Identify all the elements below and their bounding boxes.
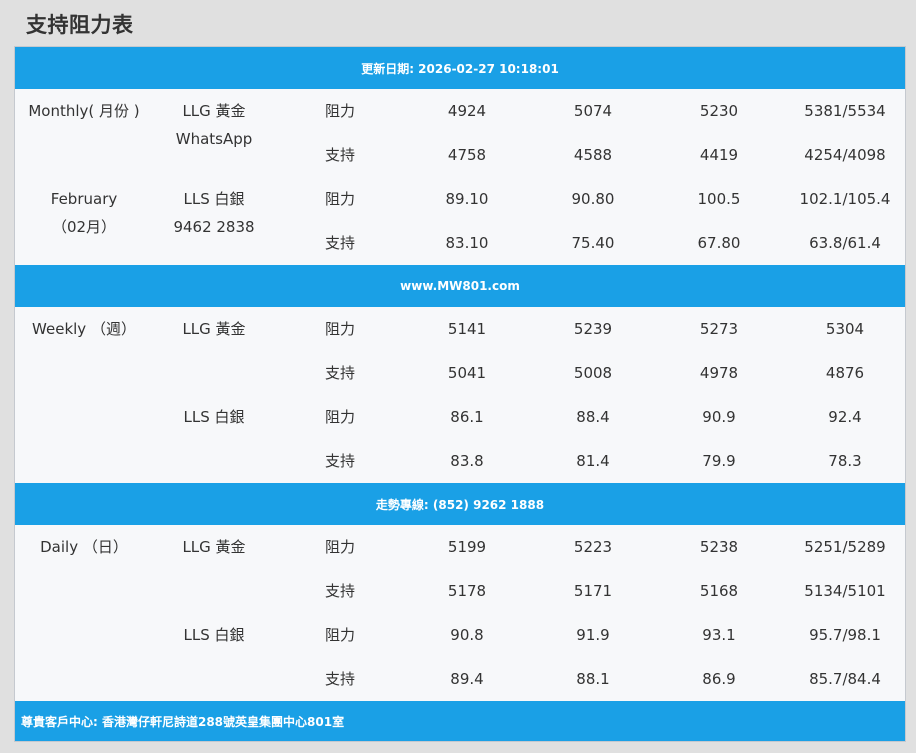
weekly-silver-label: LLS 白銀 bbox=[183, 408, 245, 426]
value-cell: 83.10 bbox=[445, 234, 489, 252]
monthly-section: Monthly( 月份 ) February （02月） LLG 黃金 What… bbox=[15, 89, 905, 265]
value-cell: 5251/5289 bbox=[804, 538, 886, 556]
value-cell: 90.9 bbox=[702, 408, 736, 426]
value-cell: 83.8 bbox=[450, 452, 484, 470]
value-cell: 4419 bbox=[699, 146, 739, 164]
monthly-silver-label: LLS 白銀 bbox=[183, 190, 245, 208]
value-cell: 79.9 bbox=[702, 452, 736, 470]
value-cell: 86.1 bbox=[450, 408, 484, 426]
value-cell: 93.1 bbox=[702, 626, 736, 644]
value-cell: 88.4 bbox=[576, 408, 610, 426]
value-cell: 5239 bbox=[573, 320, 613, 338]
row-kind-label: 支持 bbox=[324, 582, 355, 600]
row-kind-label: 支持 bbox=[324, 364, 355, 382]
value-cell: 67.80 bbox=[697, 234, 741, 252]
row-kind-label: 阻力 bbox=[324, 538, 355, 556]
row-kind-label: 阻力 bbox=[324, 320, 355, 338]
value-cell: 89.10 bbox=[445, 190, 489, 208]
value-cell: 5168 bbox=[699, 582, 739, 600]
monthly-period-label: Monthly( 月份 ) bbox=[28, 102, 140, 120]
page-title: 支持阻力表 bbox=[26, 13, 134, 37]
value-cell: 5178 bbox=[447, 582, 487, 600]
value-cell: 81.4 bbox=[576, 452, 610, 470]
monthly-month-label: February bbox=[50, 190, 118, 208]
value-cell: 5223 bbox=[573, 538, 613, 556]
value-cell: 5304 bbox=[825, 320, 865, 338]
daily-gold-label: LLG 黃金 bbox=[182, 538, 246, 556]
hotline-banner: 走勢專線: (852) 9262 1888 bbox=[15, 483, 905, 525]
row-kind-label: 支持 bbox=[324, 234, 355, 252]
value-cell: 78.3 bbox=[828, 452, 862, 470]
value-cell: 90.80 bbox=[571, 190, 615, 208]
update-date-banner: 更新日期: 2026-02-27 10:18:01 bbox=[15, 47, 905, 89]
value-cell: 95.7/98.1 bbox=[809, 626, 881, 644]
weekly-section: Weekly （週） LLG 黃金 LLS 白銀 阻力 5141 5239 52… bbox=[15, 307, 905, 483]
value-cell: 5230 bbox=[699, 102, 739, 120]
value-cell: 88.1 bbox=[576, 670, 610, 688]
value-cell: 4254/4098 bbox=[804, 146, 886, 164]
value-cell: 5141 bbox=[447, 320, 487, 338]
value-cell: 4758 bbox=[447, 146, 487, 164]
value-cell: 86.9 bbox=[702, 670, 736, 688]
row-kind-label: 支持 bbox=[324, 146, 355, 164]
address-banner: 尊貴客戶中心: 香港灣仔軒尼詩道288號英皇集團中心801室 bbox=[15, 701, 905, 741]
value-cell: 90.8 bbox=[450, 626, 484, 644]
monthly-month-number: （02月） bbox=[51, 218, 117, 236]
value-cell: 92.4 bbox=[828, 408, 862, 426]
value-cell: 89.4 bbox=[450, 670, 484, 688]
website-banner: www.MW801.com bbox=[15, 265, 905, 307]
value-cell: 5199 bbox=[447, 538, 487, 556]
value-cell: 5041 bbox=[447, 364, 487, 382]
row-kind-label: 支持 bbox=[324, 670, 355, 688]
value-cell: 63.8/61.4 bbox=[809, 234, 881, 252]
value-cell: 4978 bbox=[699, 364, 739, 382]
value-cell: 75.40 bbox=[571, 234, 615, 252]
row-kind-label: 阻力 bbox=[324, 626, 355, 644]
value-cell: 5171 bbox=[573, 582, 613, 600]
monthly-whatsapp-label: WhatsApp bbox=[175, 130, 253, 148]
row-kind-label: 阻力 bbox=[324, 408, 355, 426]
weekly-period-label: Weekly （週） bbox=[32, 320, 136, 338]
row-kind-label: 支持 bbox=[324, 452, 355, 470]
support-resistance-table: 更新日期: 2026-02-27 10:18:01 Monthly( 月份 ) … bbox=[14, 46, 906, 742]
value-cell: 5134/5101 bbox=[804, 582, 886, 600]
value-cell: 5008 bbox=[573, 364, 613, 382]
row-kind-label: 阻力 bbox=[324, 102, 355, 120]
value-cell: 5238 bbox=[699, 538, 739, 556]
daily-period-label: Daily （日） bbox=[40, 538, 128, 556]
value-cell: 5273 bbox=[699, 320, 739, 338]
value-cell: 91.9 bbox=[576, 626, 610, 644]
value-cell: 4924 bbox=[447, 102, 487, 120]
row-kind-label: 阻力 bbox=[324, 190, 355, 208]
value-cell: 4876 bbox=[825, 364, 865, 382]
daily-silver-label: LLS 白銀 bbox=[183, 626, 245, 644]
value-cell: 100.5 bbox=[697, 190, 741, 208]
value-cell: 102.1/105.4 bbox=[799, 190, 891, 208]
value-cell: 5074 bbox=[573, 102, 613, 120]
monthly-phone-number: 9462 2838 bbox=[173, 218, 255, 236]
weekly-gold-label: LLG 黃金 bbox=[182, 320, 246, 338]
value-cell: 5381/5534 bbox=[804, 102, 886, 120]
value-cell: 85.7/84.4 bbox=[809, 670, 881, 688]
monthly-gold-label: LLG 黃金 bbox=[182, 102, 246, 120]
daily-section: Daily （日） LLG 黃金 LLS 白銀 阻力 5199 5223 523… bbox=[15, 525, 905, 701]
value-cell: 4588 bbox=[573, 146, 613, 164]
